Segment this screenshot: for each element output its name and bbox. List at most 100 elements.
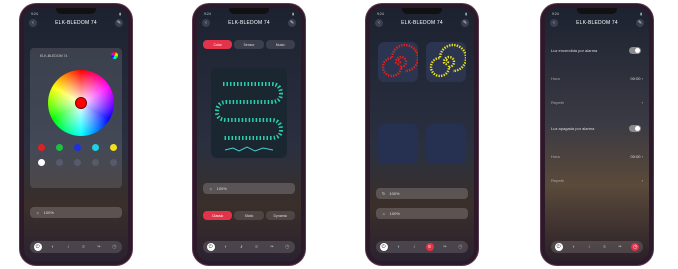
phone-mode-screen: 9:24 ▮ ‹ ELK-BLEDOM 74 ✎ ↻ 100% ☼ 100% ⏻… (366, 4, 478, 265)
screen: 9:24 ▮ ‹ ELK-BLEDOM 74 ✎ Luz encendida po… (545, 8, 649, 261)
header: ‹ ELK-BLEDOM 74 ✎ (370, 16, 474, 30)
mode-buttons: Classic Static Dynamic (203, 211, 295, 220)
scene-tab-icon[interactable]: ❧ (441, 243, 449, 251)
status-time: 9:24 (204, 12, 211, 16)
palette-icon[interactable] (111, 52, 118, 59)
chevron-right-icon: › (641, 100, 643, 105)
header: ‹ ELK-BLEDOM 74 ✎ (24, 16, 128, 30)
header: ‹ ELK-BLEDOM 74 ✎ (197, 16, 301, 30)
device-title: ELK-BLEDOM 74 (401, 20, 443, 26)
back-button[interactable]: ‹ (202, 19, 210, 27)
mode-tab-icon[interactable]: ≡ (253, 243, 261, 251)
timer-tab-icon[interactable]: ◷ (631, 243, 640, 251)
back-button[interactable]: ‹ (550, 19, 558, 27)
edit-button[interactable]: ✎ (114, 19, 123, 27)
power-icon[interactable]: ⏻ (554, 243, 563, 251)
music-tab-icon[interactable]: ♪ (585, 243, 593, 251)
scene-tab-icon[interactable]: ❧ (95, 243, 103, 251)
segment-sensor[interactable]: Sensor (234, 40, 264, 49)
phone-music-screen: 9:24 ▮ ‹ ELK-BLEDOM 74 ✎ Color Sensor Mus… (193, 4, 305, 265)
alarm-on-repeat-row[interactable]: Repetir › (551, 100, 643, 105)
repeat-label: Repetir (551, 100, 564, 105)
hora-value: 00:00 (630, 154, 641, 159)
battery-icon: ▮ (292, 12, 294, 16)
color-tab-icon[interactable]: ◐ (570, 243, 578, 251)
red-spiral-icon (381, 43, 420, 78)
mode-tile[interactable] (378, 124, 418, 164)
mode-dynamic[interactable]: Dynamic (265, 211, 295, 220)
notch (229, 8, 269, 14)
edit-button[interactable]: ✎ (635, 19, 644, 27)
music-tab-icon[interactable]: ♪ (410, 243, 418, 251)
brightness-slider[interactable]: ☼ 100% (376, 208, 468, 219)
power-icon[interactable]: ⏻ (33, 243, 42, 251)
battery-icon: ▮ (640, 12, 642, 16)
phone-timer-screen: 9:24 ▮ ‹ ELK-BLEDOM 74 ✎ Luz encendida po… (541, 4, 653, 265)
swatch-white[interactable] (38, 159, 45, 166)
segment-color[interactable]: Color (203, 40, 233, 49)
timer-tab-icon[interactable]: ◷ (283, 243, 291, 251)
notch (402, 8, 442, 14)
brightness-value: 100% (389, 211, 400, 216)
edit-button[interactable]: ✎ (460, 19, 469, 27)
brightness-slider[interactable]: ☼ 100% (203, 183, 295, 194)
mode-tile[interactable] (426, 124, 466, 164)
swatch-green[interactable] (56, 144, 63, 151)
alarm-on-label: Luz encendida por alarma (551, 48, 598, 53)
scene-tab-icon[interactable]: ❧ (268, 243, 276, 251)
back-button[interactable]: ‹ (375, 19, 383, 27)
header: ‹ ELK-BLEDOM 74 ✎ (545, 16, 649, 30)
mode-tile-yellow-spiral[interactable] (426, 42, 468, 82)
chevron-right-icon: › (641, 76, 643, 81)
sun-icon: ☼ (382, 211, 386, 216)
mode-tile-red-spiral[interactable] (378, 42, 420, 82)
back-button[interactable]: ‹ (29, 19, 37, 27)
device-label: ELK-BLEDOM 74 (40, 54, 68, 58)
swatch-cyan[interactable] (92, 144, 99, 151)
music-tab-icon[interactable]: ♪ (64, 243, 72, 251)
swatch-yellow[interactable] (110, 144, 117, 151)
swatch-add[interactable] (92, 159, 99, 166)
power-icon[interactable]: ⏻ (379, 243, 388, 251)
timer-tab-icon[interactable]: ◷ (456, 243, 464, 251)
alarm-on-time-row[interactable]: Hora 00:00 › (551, 76, 643, 81)
alarm-off-repeat-row[interactable]: Repetir › (551, 178, 643, 183)
swatch-add[interactable] (56, 159, 63, 166)
mode-tab-icon[interactable]: ≡ (601, 243, 609, 251)
phone-color-screen: 9:24 ▮ ‹ ELK-BLEDOM 74 ✎ ELK-BLEDOM 74 ☼ … (20, 4, 132, 265)
timer-tab-icon[interactable]: ◷ (110, 243, 118, 251)
alarm-off-label: Luz apagada por alarma (551, 126, 595, 131)
alarm-on-toggle[interactable] (629, 47, 641, 54)
scene-tab-icon[interactable]: ❧ (616, 243, 624, 251)
screen: 9:24 ▮ ‹ ELK-BLEDOM 74 ✎ ELK-BLEDOM 74 ☼ … (24, 8, 128, 261)
speed-slider[interactable]: ↻ 100% (376, 188, 468, 199)
swatch-blue[interactable] (74, 144, 81, 151)
color-tab-icon[interactable]: ◐ (395, 243, 403, 251)
mode-static[interactable]: Static (234, 211, 264, 220)
segment-music[interactable]: Music (265, 40, 295, 49)
status-time: 9:24 (552, 12, 559, 16)
mode-tab-icon[interactable]: ≡ (425, 243, 434, 251)
brightness-slider[interactable]: ☼ 100% (30, 207, 122, 218)
battery-icon: ▮ (119, 12, 121, 16)
tab-bar: ⏻ ◐ ♪ ≡ ❧ ◷ (376, 241, 468, 253)
selected-color-dot[interactable] (75, 97, 87, 109)
color-card: ELK-BLEDOM 74 (30, 48, 122, 188)
music-tab-icon[interactable]: ♪ (237, 243, 245, 251)
mode-classic[interactable]: Classic (203, 211, 233, 220)
color-tab-icon[interactable]: ◐ (222, 243, 230, 251)
color-tab-icon[interactable]: ◐ (49, 243, 57, 251)
mode-tab-icon[interactable]: ≡ (80, 243, 88, 251)
power-icon[interactable]: ⏻ (206, 243, 215, 251)
edit-button[interactable]: ✎ (287, 19, 296, 27)
speed-icon: ↻ (382, 191, 386, 196)
led-strip-preview (211, 68, 287, 158)
swatch-add[interactable] (74, 159, 81, 166)
alarm-off-time-row[interactable]: Hora 00:00 › (551, 154, 643, 159)
hora-value: 00:00 (630, 76, 641, 81)
chevron-right-icon: › (641, 154, 643, 159)
swatch-add[interactable] (110, 159, 117, 166)
status-time: 9:24 (377, 12, 384, 16)
swatch-red[interactable] (38, 144, 45, 151)
alarm-off-toggle[interactable] (629, 125, 641, 132)
